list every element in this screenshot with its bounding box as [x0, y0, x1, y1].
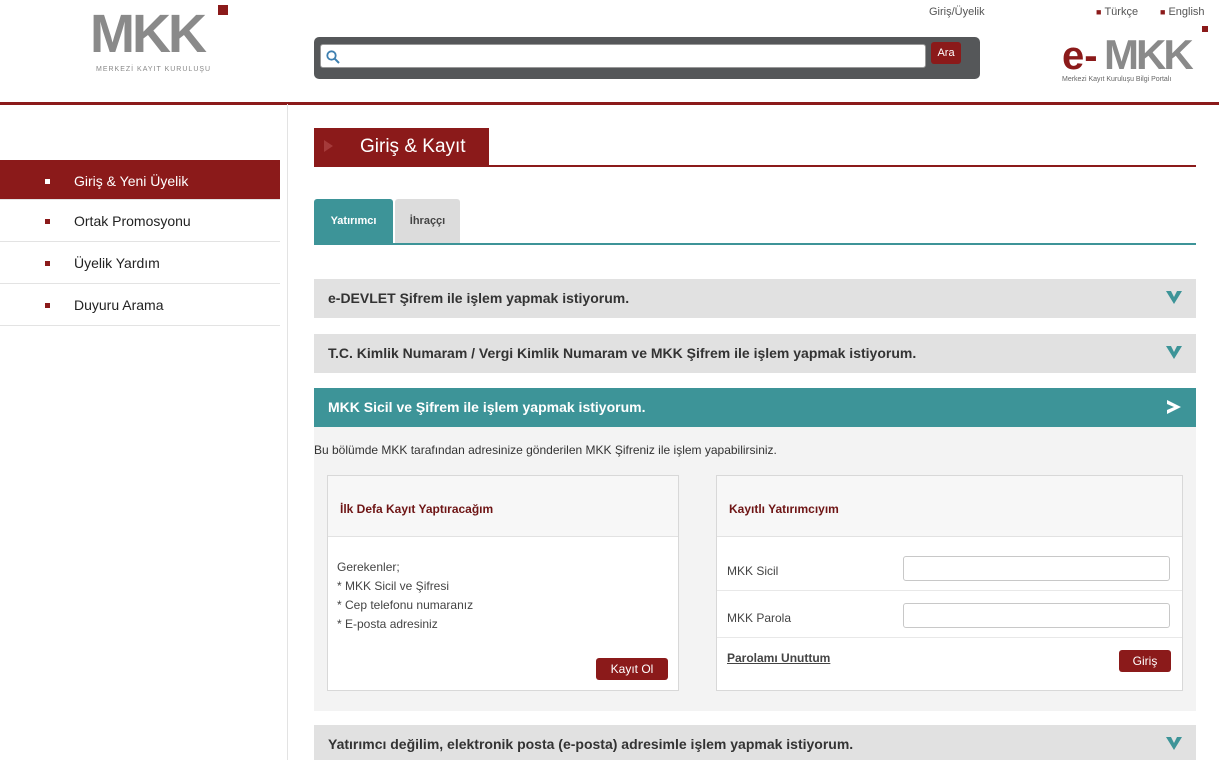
sicil-input[interactable]	[903, 556, 1170, 581]
sidebar-item-label: Üyelik Yardım	[74, 255, 160, 271]
bullet-icon: ■	[1160, 7, 1166, 17]
title-underline	[314, 165, 1196, 167]
password-input[interactable]	[903, 603, 1170, 628]
page-title-bar: Giriş & Kayıt	[314, 128, 1196, 168]
login-signup-link[interactable]: Giriş/Üyelik	[929, 6, 985, 18]
e-mkk-portal-logo[interactable]: e- MKK Merkezi Kayıt Kuruluşu Bilgi Port…	[1062, 26, 1214, 88]
e-mkk-subtitle: Merkezi Kayıt Kuruluşu Bilgi Portalı	[1062, 76, 1172, 83]
section-description: Bu bölümde MKK tarafından adresinize gön…	[314, 443, 777, 457]
panel-header: İlk Defa Kayıt Yaptıracağım	[328, 476, 678, 537]
sidebar-item-label: Giriş & Yeni Üyelik	[74, 173, 189, 189]
tab-issuer[interactable]: İhraççı	[395, 199, 460, 243]
requirement-item: * Cep telefonu numaranız	[337, 598, 474, 612]
chevron-down-icon	[1166, 346, 1182, 359]
bullet-icon	[45, 303, 50, 308]
login-button[interactable]: Giriş	[1119, 650, 1171, 672]
language-turkish-link[interactable]: ■ Türkçe	[1096, 6, 1138, 18]
requirements-heading: Gerekenler;	[337, 560, 400, 574]
tab-investor[interactable]: Yatırımcı	[314, 199, 393, 243]
bullet-icon	[45, 179, 50, 184]
chevron-right-icon	[1167, 400, 1181, 414]
e-mkk-text: MKK	[1104, 31, 1194, 78]
registered-investor-panel: Kayıtlı Yatırımcıyım MKK Sicil MKK Parol…	[716, 475, 1183, 691]
accordion-label: MKK Sicil ve Şifrem ile işlem yapmak ist…	[328, 399, 646, 415]
sidebar-nav: Giriş & Yeni Üyelik Ortak Promosyonu Üye…	[0, 160, 280, 326]
header: MKK MERKEZİ KAYIT KURULUŞU Ara Giriş/Üye…	[0, 0, 1219, 104]
accordion-email[interactable]: Yatırımcı değilim, elektronik posta (e-p…	[314, 725, 1196, 760]
accordion-label: T.C. Kimlik Numaram / Vergi Kimlik Numar…	[328, 345, 917, 361]
language-label: Türkçe	[1104, 6, 1139, 18]
sidebar-item-label: Ortak Promosyonu	[74, 213, 191, 229]
panel-header: Kayıtlı Yatırımcıyım	[717, 476, 1182, 537]
panel-title: Kayıtlı Yatırımcıyım	[729, 502, 839, 516]
chevron-down-icon	[1166, 291, 1182, 304]
bullet-icon: ■	[1096, 7, 1102, 17]
panel-title: İlk Defa Kayıt Yaptıracağım	[340, 502, 494, 516]
search-bar: Ara	[314, 37, 980, 79]
requirement-item: * MKK Sicil ve Şifresi	[337, 579, 450, 593]
language-english-link[interactable]: ■ English	[1160, 6, 1205, 18]
e-mkk-prefix: e-	[1062, 34, 1098, 78]
search-button[interactable]: Ara	[931, 42, 961, 64]
password-label: MKK Parola	[727, 611, 792, 625]
logo-subtitle: MERKEZİ KAYIT KURULUŞU	[96, 66, 212, 73]
new-registration-panel: İlk Defa Kayıt Yaptıracağım Gerekenler; …	[327, 475, 679, 691]
e-mkk-square-icon	[1202, 26, 1208, 32]
user-type-tabs: Yatırımcı İhraççı	[314, 199, 1196, 245]
password-row: MKK Parola	[717, 597, 1182, 638]
sidebar-divider	[287, 104, 288, 760]
register-button[interactable]: Kayıt Ol	[596, 658, 668, 680]
header-divider	[0, 102, 1219, 105]
chevron-down-icon	[1166, 737, 1182, 750]
search-input-box[interactable]	[320, 44, 926, 68]
language-label: English	[1168, 6, 1205, 18]
sidebar-item-label: Duyuru Arama	[74, 297, 164, 313]
requirements-list: Gerekenler; * MKK Sicil ve Şifresi * Cep…	[337, 558, 473, 634]
accordion-label: e-DEVLET Şifrem ile işlem yapmak istiyor…	[328, 290, 630, 306]
accordion-mkk-sicil[interactable]: MKK Sicil ve Şifrem ile işlem yapmak ist…	[314, 388, 1196, 427]
sicil-row: MKK Sicil	[717, 550, 1182, 591]
sidebar-item-joint-promotion[interactable]: Ortak Promosyonu	[0, 200, 280, 242]
play-arrow-icon	[324, 140, 333, 152]
logo-square-icon	[218, 5, 228, 15]
search-icon	[326, 50, 340, 64]
search-input[interactable]	[343, 47, 923, 65]
accordion-label: Yatırımcı değilim, elektronik posta (e-p…	[328, 736, 854, 752]
sicil-label: MKK Sicil	[727, 564, 779, 578]
sidebar-item-membership-help[interactable]: Üyelik Yardım	[0, 242, 280, 284]
mkk-logo[interactable]: MKK MERKEZİ KAYIT KURULUŞU	[90, 4, 240, 78]
accordion-edevlet[interactable]: e-DEVLET Şifrem ile işlem yapmak istiyor…	[314, 279, 1196, 318]
tab-underline	[314, 243, 1196, 245]
sidebar-item-announcement-search[interactable]: Duyuru Arama	[0, 284, 280, 326]
page-title-box: Giriş & Kayıt	[314, 128, 489, 165]
logo-text: MKK	[90, 4, 207, 64]
forgot-password-link[interactable]: Parolamı Unuttum	[727, 651, 830, 665]
page-title: Giriş & Kayıt	[360, 136, 466, 157]
sidebar-item-login-registration[interactable]: Giriş & Yeni Üyelik	[0, 160, 280, 200]
bullet-icon	[45, 261, 50, 266]
accordion-mkk-sicil-content: Bu bölümde MKK tarafından adresinize gön…	[314, 427, 1196, 711]
accordion-tc-kimlik[interactable]: T.C. Kimlik Numaram / Vergi Kimlik Numar…	[314, 334, 1196, 373]
bullet-icon	[45, 219, 50, 224]
requirement-item: * E-posta adresiniz	[337, 617, 438, 631]
